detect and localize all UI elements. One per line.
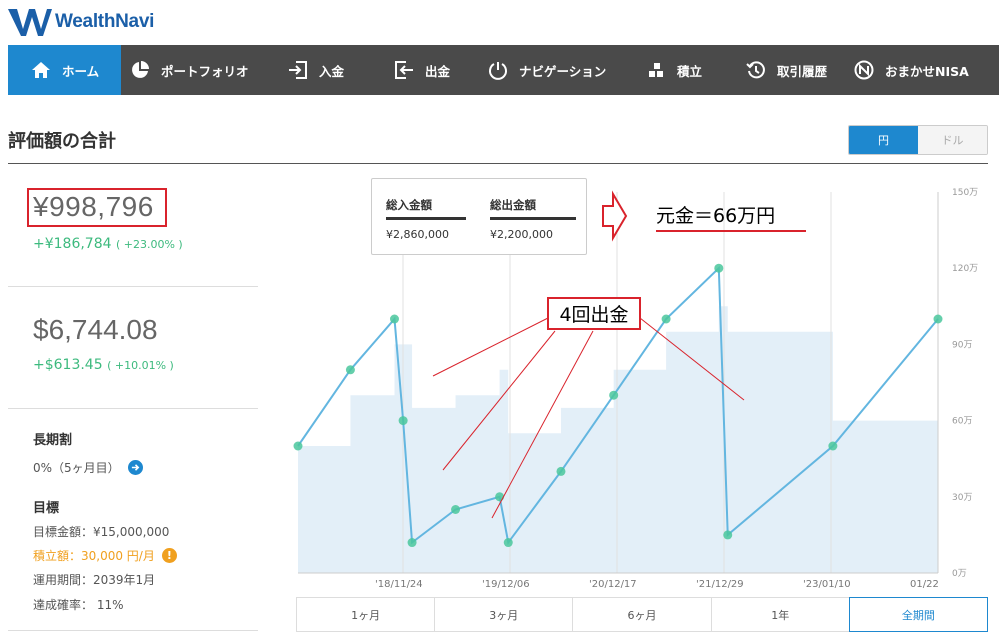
asset-value-point <box>407 538 417 548</box>
withdraw-icon <box>393 59 415 81</box>
nav-item-label: ホーム <box>62 63 100 79</box>
arrow-right-icon[interactable] <box>127 460 143 475</box>
currency-yen-button[interactable]: 円 <box>849 126 918 154</box>
asset-value-point <box>293 441 303 451</box>
goal-probability: 達成確率： 11% <box>33 598 124 612</box>
period-button-3m[interactable]: 3ヶ月 <box>434 597 574 632</box>
usd-change: +$613.45 ( +10.01% ) <box>33 357 174 373</box>
currency-dollar-button[interactable]: ドル <box>918 126 987 154</box>
asset-value-point <box>451 505 461 514</box>
y-tick-label: 150万 <box>952 188 978 198</box>
title-divider <box>8 163 988 164</box>
brand-name: WealthNavi <box>55 11 155 32</box>
period-button-all[interactable]: 全期間 <box>848 597 989 632</box>
usd-change-amount: +$613.45 <box>33 357 103 373</box>
asset-value-point <box>933 314 943 324</box>
asset-value-point <box>503 538 513 548</box>
asset-value-point <box>723 530 733 540</box>
power-icon <box>487 59 509 81</box>
divider <box>8 408 258 409</box>
long-term-discount-title: 長期割 <box>33 433 73 448</box>
total-deposit-label: 総入金額 <box>386 197 466 220</box>
total-deposit-value: ¥2,860,000 <box>386 228 449 241</box>
x-tick-label: '18/11/24 <box>375 579 423 590</box>
nav-item-withdraw[interactable]: 出金 <box>393 45 487 95</box>
main-nav: ホーム ポートフォリオ 入金 出金 ナビゲーション 積立 取引履歴 おまかせNI… <box>8 45 999 95</box>
currency-toggle: 円 ドル <box>848 125 988 155</box>
asset-value-point <box>609 390 619 400</box>
blocks-icon <box>645 59 667 81</box>
nav-item-nisa[interactable]: おまかせNISA <box>853 45 993 95</box>
chart-legend: 総入金額 ¥2,860,000 総出金額 ¥2,200,000 <box>371 178 587 255</box>
y-tick-label: 90万 <box>952 340 972 350</box>
usd-total-value: $6,744.08 <box>33 314 158 345</box>
goal-monthly-text: 積立額：30,000 円/月 <box>33 549 155 563</box>
asset-value-point <box>828 441 838 451</box>
nisa-icon <box>853 59 875 81</box>
long-term-discount-text: 0%（5ヶ月目） <box>33 461 120 475</box>
deposit-icon <box>287 59 309 81</box>
nav-item-label: 出金 <box>425 63 451 79</box>
x-tick-label: 01/22 <box>910 579 939 590</box>
asset-value-point <box>389 314 399 324</box>
period-selector: 1ヶ月 3ヶ月 6ヶ月 1年 全期間 <box>296 597 989 632</box>
home-icon <box>30 59 52 81</box>
x-tick-label: '20/12/17 <box>589 579 637 590</box>
nav-item-deposit[interactable]: 入金 <box>279 45 393 95</box>
goal-monthly: 積立額：30,000 円/月 ! <box>33 547 177 564</box>
nav-item-label: ポートフォリオ <box>161 63 249 79</box>
x-tick-label: '23/01/10 <box>803 579 851 590</box>
period-button-1m[interactable]: 1ヶ月 <box>296 597 436 632</box>
goal-period: 運用期間：2039年1月 <box>33 573 156 587</box>
period-button-6m[interactable]: 6ヶ月 <box>572 597 712 632</box>
y-tick-label: 120万 <box>952 264 978 274</box>
goal-target-amount: 目標金額：¥15,000,000 <box>33 525 170 539</box>
warning-icon[interactable]: ! <box>161 548 177 563</box>
asset-value-point <box>495 492 505 502</box>
nav-item-accumulation[interactable]: 積立 <box>645 45 745 95</box>
pie-chart-icon <box>129 59 151 81</box>
principal-underline <box>656 230 806 232</box>
nav-item-label: 取引履歴 <box>777 63 828 79</box>
nav-item-label: ナビゲーション <box>519 63 607 79</box>
nav-item-label: おまかせNISA <box>885 63 969 79</box>
asset-value-point <box>398 416 408 426</box>
principal-annotation: 元金＝66万円 <box>656 205 776 227</box>
page-title: 評価額の合計 <box>8 131 116 152</box>
total-withdraw-label: 総出金額 <box>490 197 576 220</box>
annotation-arrow-icon <box>602 190 628 242</box>
jpy-change-percent: ( +23.00% ) <box>115 238 183 251</box>
history-icon <box>745 59 767 81</box>
withdrawal-annotation: 4回出金 <box>547 297 641 330</box>
nav-item-history[interactable]: 取引履歴 <box>745 45 853 95</box>
jpy-change-amount: +¥186,784 <box>33 236 112 252</box>
withdrawal-connector-line <box>432 317 549 377</box>
principal-area <box>298 306 938 573</box>
wealthnavi-logo[interactable]: WealthNavi <box>8 6 154 38</box>
asset-value-point <box>661 314 671 324</box>
nav-item-label: 積立 <box>677 63 703 79</box>
y-tick-label: 60万 <box>952 417 972 427</box>
divider <box>8 286 258 287</box>
usd-change-percent: ( +10.01% ) <box>107 359 174 372</box>
nav-item-label: 入金 <box>319 63 345 79</box>
x-tick-label: '19/12/06 <box>482 579 530 590</box>
asset-value-point <box>345 365 355 375</box>
jpy-total-value: ¥998,796 <box>33 191 154 222</box>
long-term-discount-value: 0%（5ヶ月目） <box>33 459 143 476</box>
wealthnavi-logo-icon <box>8 9 52 36</box>
goal-title: 目標 <box>33 501 60 516</box>
asset-value-point <box>556 466 566 476</box>
total-withdraw-value: ¥2,200,000 <box>490 228 553 241</box>
divider <box>8 630 258 631</box>
nav-item-navigation[interactable]: ナビゲーション <box>487 45 645 95</box>
nav-item-home[interactable]: ホーム <box>8 45 121 95</box>
period-button-1y[interactable]: 1年 <box>710 597 850 632</box>
jpy-change: +¥186,784 ( +23.00% ) <box>33 236 183 252</box>
nav-item-portfolio[interactable]: ポートフォリオ <box>121 45 279 95</box>
x-tick-label: '21/12/29 <box>696 579 744 590</box>
asset-value-point <box>714 263 724 273</box>
y-tick-label: 30万 <box>952 493 972 503</box>
y-tick-label: 0万 <box>952 569 967 579</box>
